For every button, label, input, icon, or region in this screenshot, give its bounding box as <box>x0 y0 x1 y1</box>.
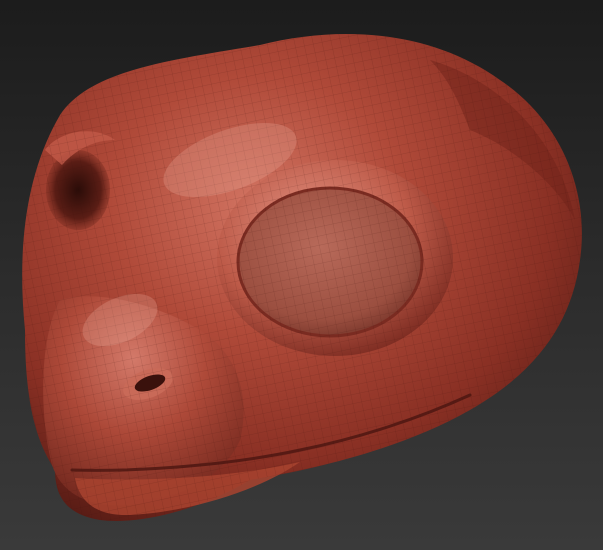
sculpt-viewport[interactable] <box>0 0 603 550</box>
reptile-head-sculpt <box>22 34 582 521</box>
mesh-wireframe <box>22 34 582 521</box>
